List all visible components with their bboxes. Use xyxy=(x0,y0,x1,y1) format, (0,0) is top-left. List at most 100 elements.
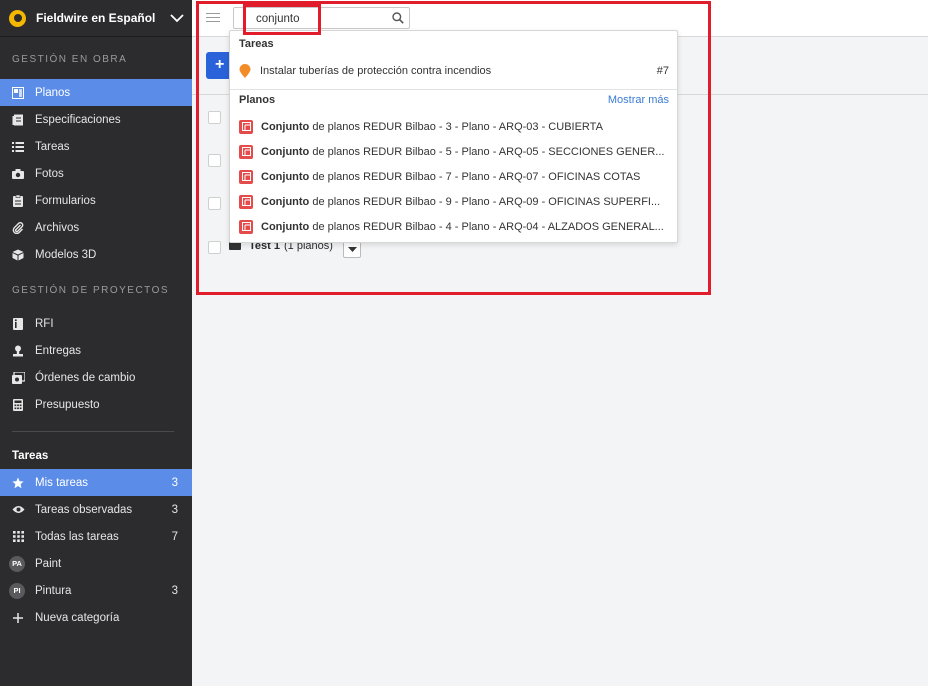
sidebar-item-label: Presupuesto xyxy=(35,398,100,411)
sidebar-item-planos[interactable]: Planos xyxy=(0,79,192,106)
match-highlight: Conjunto xyxy=(261,220,310,233)
camera-icon xyxy=(11,167,25,181)
task-count: 3 xyxy=(171,476,178,489)
sidebar-item-label: Tareas observadas xyxy=(35,503,133,516)
sidebar-item-label: Entregas xyxy=(35,344,82,357)
task-pin-icon xyxy=(239,63,251,78)
plan-result-title: Conjunto de planos REDUR Bilbao - 4 - Pl… xyxy=(261,221,664,233)
row-checkbox[interactable] xyxy=(208,241,221,254)
plan-icon xyxy=(239,169,253,184)
task-result-title: Instalar tuberías de protección contra i… xyxy=(260,64,492,77)
change-order-icon xyxy=(11,371,25,385)
folder-dropdown-button[interactable] xyxy=(343,241,361,258)
task-number: #7 xyxy=(656,64,669,77)
grid-icon xyxy=(11,530,25,544)
plan-result[interactable]: Conjunto de planos REDUR Bilbao - 5 - Pl… xyxy=(230,139,677,164)
category-badge: PI xyxy=(9,582,25,599)
sidebar-item-label: Archivos xyxy=(35,221,80,234)
sidebar-item-tareas-observadas[interactable]: Tareas observadas 3 xyxy=(0,496,192,523)
section-gestion-obra: GESTIÓN EN OBRA xyxy=(12,54,128,65)
fieldwire-logo-icon xyxy=(9,9,26,27)
tareas-heading: Tareas xyxy=(12,450,49,462)
chevron-down-icon[interactable] xyxy=(162,13,192,23)
results-separator xyxy=(230,89,677,90)
sidebar-item-nueva-categoria[interactable]: Nueva categoría xyxy=(0,604,192,631)
results-group-tareas: Tareas xyxy=(239,38,274,50)
sidebar-item-presupuesto[interactable]: Presupuesto xyxy=(0,391,192,418)
sidebar-item-fotos[interactable]: Fotos xyxy=(0,160,192,187)
plan-result-rest: de planos REDUR Bilbao - 9 - Plano - ARQ… xyxy=(309,195,661,208)
sidebar-item-label: Órdenes de cambio xyxy=(35,371,136,384)
search-results-dropdown: Tareas Instalar tuberías de protección c… xyxy=(229,30,678,243)
clipboard-icon xyxy=(11,194,25,208)
plan-icon xyxy=(239,119,253,134)
sidebar-item-ordenes-cambio[interactable]: Órdenes de cambio xyxy=(0,364,192,391)
match-highlight: Conjunto xyxy=(261,120,310,133)
sidebar-item-pintura[interactable]: PI Pintura 3 xyxy=(0,577,192,604)
sidebar: Fieldwire en Español GESTIÓN EN OBRA Pla… xyxy=(0,0,192,686)
sidebar-item-todas-tareas[interactable]: Todas las tareas 7 xyxy=(0,523,192,550)
specs-icon xyxy=(11,113,25,127)
show-more-link[interactable]: Mostrar más xyxy=(608,94,669,106)
sidebar-item-label: Planos xyxy=(35,86,71,99)
category-badge-text: PA xyxy=(9,555,25,572)
results-group-planos: Planos xyxy=(239,94,276,106)
sidebar-item-label: Modelos 3D xyxy=(35,248,97,261)
plan-result-rest: de planos REDUR Bilbao - 7 - Plano - ARQ… xyxy=(309,170,641,183)
plan-result-title: Conjunto de planos REDUR Bilbao - 7 - Pl… xyxy=(261,171,640,183)
task-result[interactable]: Instalar tuberías de protección contra i… xyxy=(230,58,677,83)
rfi-icon xyxy=(11,317,25,331)
person-stamp-icon xyxy=(11,344,25,358)
row-checkbox[interactable] xyxy=(208,197,221,210)
sidebar-item-label: Formularios xyxy=(35,194,96,207)
sidebar-item-entregas[interactable]: Entregas xyxy=(0,337,192,364)
sidebar-item-formularios[interactable]: Formularios xyxy=(0,187,192,214)
sidebar-item-label: Nueva categoría xyxy=(35,611,120,624)
caret-down-icon xyxy=(347,247,357,252)
sidebar-item-paint[interactable]: PA Paint xyxy=(0,550,192,577)
cube-icon xyxy=(11,248,25,262)
sidebar-item-rfi[interactable]: RFI xyxy=(0,310,192,337)
plan-result-title: Conjunto de planos REDUR Bilbao - 3 - Pl… xyxy=(261,121,603,133)
sidebar-item-mis-tareas[interactable]: Mis tareas 3 xyxy=(0,469,192,496)
sidebar-item-label: RFI xyxy=(35,317,54,330)
row-checkbox[interactable] xyxy=(208,111,221,124)
plan-result-rest: de planos REDUR Bilbao - 5 - Plano - ARQ… xyxy=(309,145,665,158)
plan-result-title: Conjunto de planos REDUR Bilbao - 5 - Pl… xyxy=(261,146,664,158)
task-count: 7 xyxy=(171,530,178,543)
star-icon xyxy=(11,476,25,490)
plans-icon xyxy=(11,86,25,100)
search-icon[interactable] xyxy=(392,12,404,24)
plan-result[interactable]: Conjunto de planos REDUR Bilbao - 9 - Pl… xyxy=(230,189,677,214)
eye-icon xyxy=(11,503,25,517)
plan-result-rest: de planos REDUR Bilbao - 3 - Plano - ARQ… xyxy=(309,120,603,133)
category-badge: PA xyxy=(9,555,25,572)
sidebar-item-label: Tareas xyxy=(35,140,70,153)
calculator-icon xyxy=(11,398,25,412)
search-input[interactable] xyxy=(256,11,376,26)
row-checkbox[interactable] xyxy=(208,154,221,167)
sidebar-item-especificaciones[interactable]: Especificaciones xyxy=(0,106,192,133)
sidebar-item-archivos[interactable]: Archivos xyxy=(0,214,192,241)
sidebar-item-label: Todas las tareas xyxy=(35,530,119,543)
plan-result-rest: de planos REDUR Bilbao - 4 - Plano - ARQ… xyxy=(309,220,664,233)
match-highlight: Conjunto xyxy=(261,145,310,158)
list-icon xyxy=(11,140,25,154)
search-field[interactable] xyxy=(233,7,410,29)
plan-result-title: Conjunto de planos REDUR Bilbao - 9 - Pl… xyxy=(261,196,660,208)
sidebar-item-label: Pintura xyxy=(35,584,72,597)
sidebar-item-label: Especificaciones xyxy=(35,113,121,126)
plan-result[interactable]: Conjunto de planos REDUR Bilbao - 4 - Pl… xyxy=(230,214,677,239)
task-count: 3 xyxy=(171,503,178,516)
plan-result[interactable]: Conjunto de planos REDUR Bilbao - 3 - Pl… xyxy=(230,114,677,139)
project-switcher[interactable]: Fieldwire en Español xyxy=(0,0,192,37)
sidebar-item-modelos-3d[interactable]: Modelos 3D xyxy=(0,241,192,268)
sidebar-item-label: Paint xyxy=(35,557,62,570)
sidebar-item-tareas[interactable]: Tareas xyxy=(0,133,192,160)
plan-icon xyxy=(239,194,253,209)
project-name: Fieldwire en Español xyxy=(36,11,156,25)
plan-result[interactable]: Conjunto de planos REDUR Bilbao - 7 - Pl… xyxy=(230,164,677,189)
category-badge-text: PI xyxy=(9,582,25,599)
hamburger-menu-icon[interactable] xyxy=(206,13,220,23)
match-highlight: Conjunto xyxy=(261,170,310,183)
